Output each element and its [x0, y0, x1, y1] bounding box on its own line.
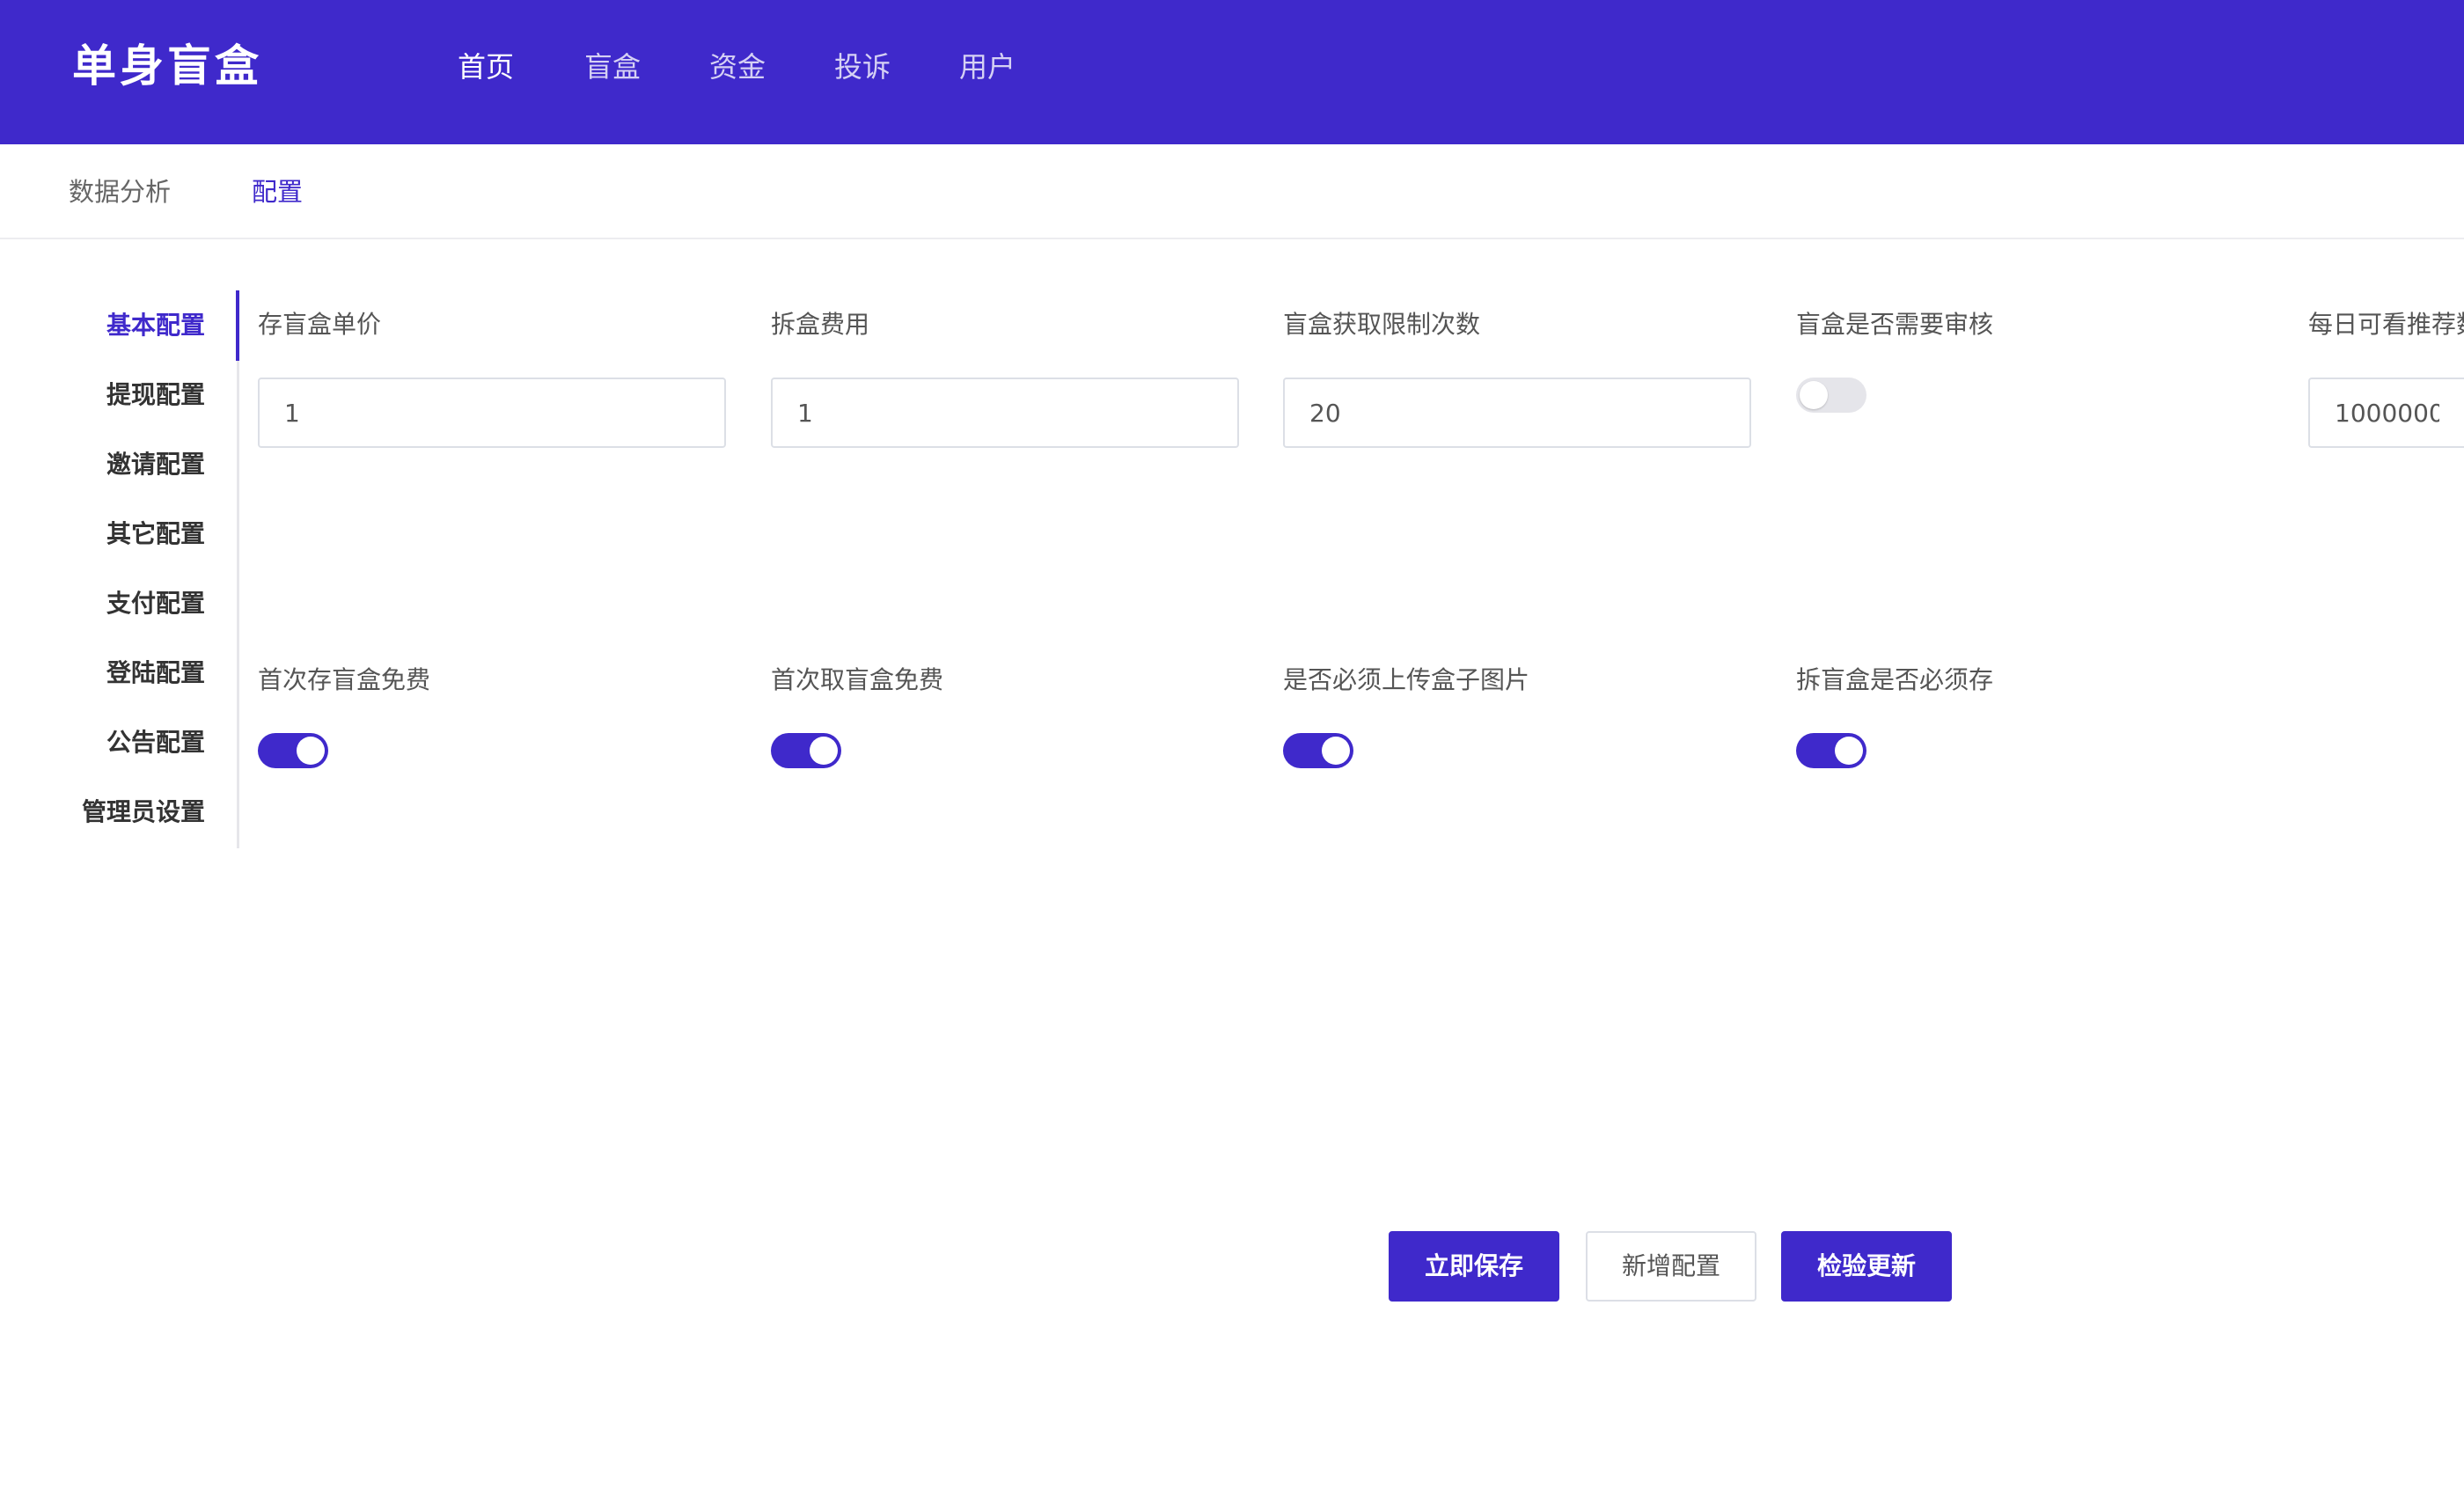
- subnav-config[interactable]: 配置: [252, 172, 303, 211]
- switch-knob: [1800, 381, 1828, 409]
- sidebar-item-payment-config[interactable]: 支付配置: [106, 583, 205, 625]
- nav-funds[interactable]: 资金: [709, 44, 766, 90]
- sidebar-item-withdraw-config[interactable]: 提现配置: [106, 374, 205, 416]
- sub-navbar: 数据分析 配置: [0, 144, 2464, 239]
- sidebar-item-other-config[interactable]: 其它配置: [106, 513, 205, 555]
- sidebar-item-notice-config[interactable]: 公告配置: [106, 722, 205, 764]
- deposit-price-label: 存盲盒单价: [258, 310, 382, 339]
- subnav-data-analysis[interactable]: 数据分析: [69, 172, 171, 211]
- fetch-limit-label: 盲盒获取限制次数: [1283, 310, 1481, 339]
- unbox-require-deposit-label: 拆盲盒是否必须存: [1796, 665, 1994, 694]
- review-required-label: 盲盒是否需要审核: [1796, 310, 1994, 339]
- review-required-switch[interactable]: [1796, 378, 1866, 413]
- check-update-button[interactable]: 检验更新: [1781, 1231, 1952, 1302]
- sidebar-item-login-config[interactable]: 登陆配置: [106, 652, 205, 694]
- unbox-fee-label: 拆盒费用: [771, 310, 870, 339]
- sidebar-item-invite-config[interactable]: 邀请配置: [106, 444, 205, 486]
- nav-home[interactable]: 首页: [458, 44, 514, 90]
- nav-blind-box[interactable]: 盲盒: [584, 44, 641, 90]
- deposit-price-input[interactable]: [258, 378, 726, 448]
- first-deposit-free-label: 首次存盲盒免费: [258, 665, 431, 694]
- unbox-fee-input[interactable]: [771, 378, 1239, 448]
- daily-recommend-input[interactable]: [2308, 378, 2464, 448]
- first-fetch-free-label: 首次取盲盒免费: [771, 665, 944, 694]
- add-config-button[interactable]: 新增配置: [1586, 1231, 1756, 1302]
- require-box-image-label: 是否必须上传盒子图片: [1283, 665, 1530, 694]
- active-indicator: [236, 290, 239, 361]
- nav-users[interactable]: 用户: [959, 44, 1016, 90]
- require-box-image-switch[interactable]: [1283, 733, 1353, 768]
- config-sidebar: 基本配置 提现配置 邀请配置 其它配置 支付配置 登陆配置 公告配置 管理员设置: [0, 290, 239, 848]
- sidebar-item-admin-settings[interactable]: 管理员设置: [82, 791, 205, 833]
- top-navbar: 单身盲盒 首页 盲盒 资金 投诉 用户: [0, 0, 2464, 144]
- nav-complaints[interactable]: 投诉: [834, 44, 891, 90]
- switch-knob: [810, 737, 838, 765]
- app-logo: 单身盲盒: [72, 40, 262, 92]
- switch-knob: [1835, 737, 1863, 765]
- first-deposit-free-switch[interactable]: [258, 733, 328, 768]
- first-fetch-free-switch[interactable]: [771, 733, 841, 768]
- switch-knob: [297, 737, 325, 765]
- sidebar-item-basic-config[interactable]: 基本配置: [106, 304, 205, 347]
- daily-recommend-label: 每日可看推荐数: [2308, 310, 2464, 339]
- fetch-limit-input[interactable]: [1283, 378, 1751, 448]
- switch-knob: [1322, 737, 1350, 765]
- unbox-require-deposit-switch[interactable]: [1796, 733, 1866, 768]
- save-now-button[interactable]: 立即保存: [1389, 1231, 1559, 1302]
